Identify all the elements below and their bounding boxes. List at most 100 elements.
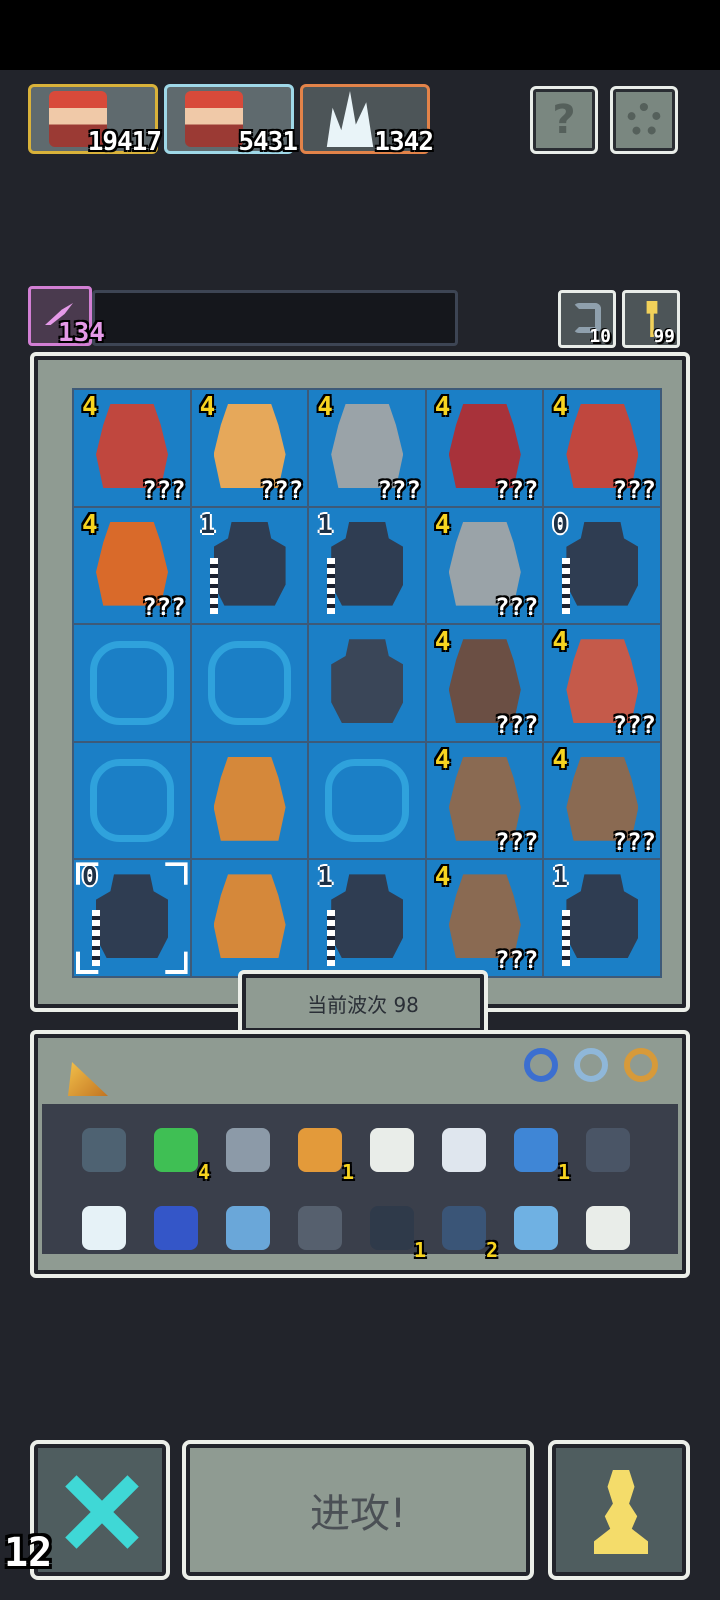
board-cell[interactable]: 4??? xyxy=(544,742,660,859)
board-cell[interactable]: 4??? xyxy=(426,860,543,976)
inventory-item[interactable] xyxy=(76,1200,132,1256)
inventory-slots: 4 1 1 1 2 xyxy=(42,1104,678,1262)
board-grid: 4??? 4??? 4??? 4??? 4??? 4??? 1 1 4??? 0 4??? 4??? 4… xyxy=(72,388,662,978)
empty-slot-ring xyxy=(90,758,174,843)
charge-ticks xyxy=(327,910,336,967)
board-cell[interactable]: 4??? xyxy=(426,625,543,741)
inventory-item[interactable] xyxy=(292,1200,348,1256)
unit-level: 1 xyxy=(199,509,216,540)
hero-card-1[interactable]: 19417 xyxy=(28,84,162,157)
unit-mystery-label: ??? xyxy=(612,828,656,857)
board-cell[interactable]: 4??? xyxy=(544,390,660,506)
board-cell[interactable]: 0 xyxy=(74,860,190,976)
settings-button[interactable] xyxy=(610,86,678,154)
board-cell[interactable] xyxy=(191,625,308,741)
inventory-item[interactable] xyxy=(148,1200,204,1256)
inventory-item[interactable] xyxy=(508,1200,564,1256)
unit-level: 4 xyxy=(434,744,451,775)
board-cell[interactable]: 0 xyxy=(544,507,660,624)
inventory-item[interactable] xyxy=(580,1122,636,1178)
turn-counter: 12 xyxy=(4,1530,53,1576)
board-cell[interactable] xyxy=(191,742,308,859)
inventory-item[interactable] xyxy=(364,1122,420,1178)
pawn-icon xyxy=(594,1470,648,1554)
attack-label: 进攻! xyxy=(309,1491,407,1537)
board-cell[interactable]: 1 xyxy=(544,860,660,976)
help-button[interactable]: ? xyxy=(530,86,598,154)
wave-label: 当前波次 98 xyxy=(307,992,419,1017)
undo-button[interactable]: 10 xyxy=(558,290,616,348)
inventory-item[interactable] xyxy=(436,1122,492,1178)
unit-mystery-label: ??? xyxy=(495,593,539,622)
unit-level: 4 xyxy=(434,627,451,658)
top-card-row: 19417 5431 1342 xyxy=(28,84,434,157)
unit-mystery-label: ??? xyxy=(612,475,656,504)
inventory-item[interactable]: 1 xyxy=(292,1122,354,1184)
hook-icon xyxy=(370,1128,414,1172)
board-cell[interactable]: 4??? xyxy=(309,390,425,506)
unit-level: 4 xyxy=(82,509,98,540)
inventory-item[interactable] xyxy=(220,1200,276,1256)
board-cell[interactable] xyxy=(309,742,425,859)
inventory-item[interactable]: 1 xyxy=(508,1122,570,1184)
board-cell[interactable]: 4??? xyxy=(544,625,660,741)
board-cell[interactable] xyxy=(74,625,190,741)
board-cell[interactable]: 4??? xyxy=(74,390,190,506)
stone-golem-icon xyxy=(331,874,404,959)
inventory-item[interactable]: 1 xyxy=(364,1200,426,1262)
board-cell[interactable]: 4??? xyxy=(191,390,308,506)
board-cell[interactable]: 1 xyxy=(191,507,308,624)
helmet-ring-icon[interactable] xyxy=(574,1048,608,1082)
status-bar xyxy=(0,0,720,70)
charge-ticks xyxy=(562,557,571,614)
hero-card-value: 19417 xyxy=(87,127,162,157)
board-cell[interactable]: 1 xyxy=(309,860,425,976)
unit-mystery-label: ??? xyxy=(495,475,539,504)
unit-level: 1 xyxy=(552,862,569,893)
unit-level: 4 xyxy=(317,392,333,422)
board-cell[interactable]: 4??? xyxy=(74,507,190,624)
unit-mystery-label: ??? xyxy=(142,475,186,504)
unit-mystery-label: ??? xyxy=(495,945,539,974)
gear-icon xyxy=(627,103,661,137)
blue-ring-icon[interactable] xyxy=(524,1048,558,1082)
inventory-tab[interactable] xyxy=(46,1042,206,1098)
ice-spike-icon xyxy=(326,91,374,147)
game-board: 4??? 4??? 4??? 4??? 4??? 4??? 1 1 4??? 0 4??? 4??? 4… xyxy=(30,352,690,1036)
pagoda-icon xyxy=(442,1206,486,1250)
hero-card-3[interactable]: 1342 xyxy=(300,84,434,157)
hero-card-2[interactable]: 5431 xyxy=(164,84,298,157)
inventory-item[interactable]: 4 xyxy=(148,1122,210,1184)
hero-card-value: 5431 xyxy=(238,127,298,157)
board-cell[interactable]: 4??? xyxy=(426,742,543,859)
xp-value: 134 xyxy=(58,318,105,348)
unit-level: 4 xyxy=(434,509,451,540)
pawn-button[interactable] xyxy=(548,1440,690,1580)
emerald-icon xyxy=(154,1128,198,1172)
hero-card-value: 1342 xyxy=(374,127,434,157)
shield-icon xyxy=(82,1128,126,1172)
board-cell[interactable]: 1 xyxy=(309,507,425,624)
board-cell[interactable]: 4??? xyxy=(426,507,543,624)
pickaxe-icon xyxy=(226,1128,270,1172)
board-cell[interactable] xyxy=(74,742,190,859)
board-cell[interactable] xyxy=(191,860,308,976)
monk-portrait-icon xyxy=(185,91,243,147)
attack-button[interactable]: 进攻! xyxy=(182,1440,534,1580)
inventory-item[interactable] xyxy=(76,1122,132,1178)
inventory-panel: 4 1 1 1 2 xyxy=(30,1030,690,1278)
stone-golem-icon xyxy=(331,521,404,606)
undo-count: 10 xyxy=(589,326,611,347)
unit-level: 4 xyxy=(552,392,569,422)
board-cell[interactable] xyxy=(309,625,425,741)
inventory-item[interactable] xyxy=(220,1122,276,1178)
key-button[interactable]: 99 xyxy=(622,290,680,348)
item-count: 1 xyxy=(557,1160,570,1184)
inventory-item[interactable]: 2 xyxy=(436,1200,498,1262)
inventory-item[interactable] xyxy=(580,1200,636,1256)
unit-mystery-label: ??? xyxy=(495,828,539,857)
unit-mystery-label: ??? xyxy=(142,593,186,622)
board-cell[interactable]: 4??? xyxy=(426,390,543,506)
gold-ring-icon[interactable] xyxy=(624,1048,658,1082)
scroll-icon xyxy=(226,1206,270,1250)
